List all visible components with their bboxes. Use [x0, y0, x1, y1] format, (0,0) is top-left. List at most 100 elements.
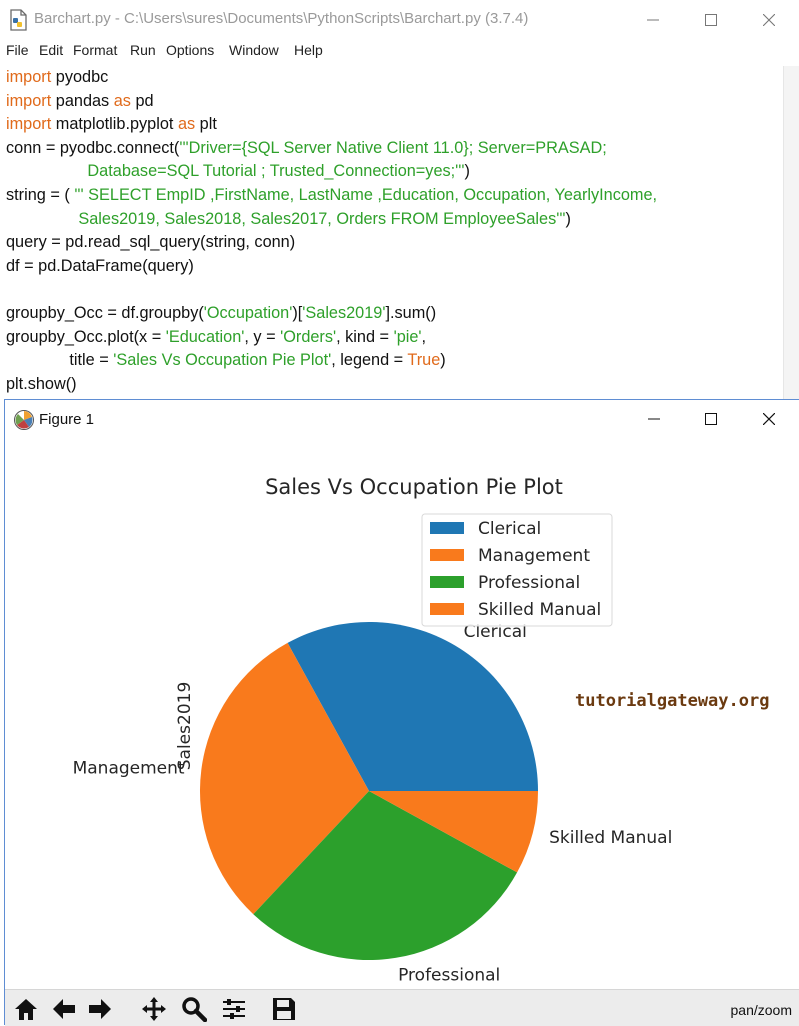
code-string: Sales2019, Sales2018, Sales2017, Orders …	[6, 209, 566, 228]
menu-edit[interactable]: Edit	[39, 42, 63, 58]
code-text: )	[440, 351, 446, 370]
code-text: , kind =	[336, 327, 394, 346]
idle-editor-window: Barchart.py - C:\Users\sures\Documents\P…	[0, 0, 799, 400]
code-line: conn = pyodbc.connect('''Driver={SQL Ser…	[6, 137, 790, 161]
figure-window: Figure 1 Sales Vs Occupation Pie Plot Cl…	[4, 399, 799, 1026]
home-icon	[15, 999, 37, 1020]
code-line: import matplotlib.pyplot as plt	[6, 113, 790, 137]
code-text: )[	[292, 303, 303, 322]
code-text: plt.show()	[6, 374, 77, 393]
forward-button[interactable]	[85, 994, 115, 1024]
code-line: Sales2019, Sales2018, Sales2017, Orders …	[6, 208, 790, 232]
code-text: matplotlib.pyplot	[51, 115, 178, 134]
code-line: plt.show()	[6, 373, 790, 397]
code-text: pyodbc	[51, 68, 109, 86]
save-icon	[273, 998, 295, 1020]
matplotlib-icon	[14, 410, 34, 430]
slice-label: Professional	[398, 966, 500, 986]
code-string: 'Sales2019'	[302, 303, 386, 322]
back-button[interactable]	[49, 994, 79, 1024]
code-editor[interactable]: import pyodbc import pandas as pd import m…	[6, 66, 790, 396]
minimize-button[interactable]	[624, 0, 682, 40]
code-line: groupby_Occ = df.groupby('Occupation')['…	[6, 302, 790, 326]
window-title: Barchart.py - C:\Users\sures\Documents\P…	[34, 10, 529, 27]
code-text: ].sum()	[385, 303, 437, 322]
figure-title: Figure 1	[39, 411, 95, 428]
code-text: string = (	[6, 185, 75, 204]
slice-label: Skilled Manual	[549, 828, 672, 848]
code-text: conn = pyodbc.connect(	[6, 138, 180, 157]
menu-options[interactable]: Options	[166, 42, 214, 58]
code-text: plt	[195, 115, 217, 134]
code-text: query = pd.read_sql_query(string, conn)	[6, 233, 296, 252]
code-line: import pandas as pd	[6, 90, 790, 114]
pan-button[interactable]	[139, 994, 169, 1024]
plot-canvas[interactable]: Sales Vs Occupation Pie Plot Clerical Man…	[5, 438, 799, 986]
code-keyword: import	[6, 68, 52, 86]
code-line: title = 'Sales Vs Occupation Pie Plot', …	[6, 349, 790, 373]
code-text: , legend =	[331, 351, 408, 370]
back-icon	[53, 999, 75, 1019]
code-text: groupby_Occ.plot(x =	[6, 327, 166, 346]
minimize-icon	[648, 418, 660, 420]
code-line: import pyodbc	[6, 66, 790, 90]
code-text: pandas	[51, 91, 114, 110]
legend-swatch	[430, 522, 464, 534]
configure-subplots-icon	[223, 999, 245, 1019]
figure-close-button[interactable]	[740, 400, 798, 438]
code-line: Database=SQL Tutorial ; Trusted_Connecti…	[6, 160, 790, 184]
menu-format[interactable]: Format	[73, 42, 117, 58]
code-keyword: True	[407, 351, 441, 370]
code-line: string = ( ''' SELECT EmpID ,FirstName, …	[6, 184, 790, 208]
figure-maximize-button[interactable]	[682, 400, 740, 438]
idle-titlebar: Barchart.py - C:\Users\sures\Documents\P…	[0, 0, 799, 40]
code-string: 'Orders'	[280, 327, 337, 346]
code-text: , y =	[244, 327, 281, 346]
menu-file[interactable]: File	[6, 42, 29, 58]
code-text: ,	[421, 327, 427, 346]
maximize-button[interactable]	[682, 0, 740, 40]
code-keyword: import	[6, 91, 52, 110]
figure-toolbar: pan/zoom	[5, 989, 799, 1026]
menu-help[interactable]: Help	[294, 42, 323, 58]
zoom-button[interactable]	[179, 994, 209, 1024]
save-button[interactable]	[269, 994, 299, 1024]
code-text: )	[464, 162, 470, 181]
code-text: df = pd.DataFrame(query)	[6, 256, 194, 275]
code-text: groupby_Occ = df.groupby(	[6, 303, 204, 322]
python-file-icon	[10, 9, 27, 31]
code-string: 'pie'	[393, 327, 422, 346]
zoom-icon	[182, 997, 207, 1022]
code-keyword: import	[6, 115, 52, 134]
close-button[interactable]	[740, 0, 798, 40]
figure-minimize-button[interactable]	[625, 400, 683, 438]
minimize-icon	[647, 19, 659, 21]
code-string: 'Occupation'	[203, 303, 293, 322]
code-string: ''' SELECT EmpID ,FirstName, LastName ,E…	[74, 185, 658, 204]
code-keyword: as	[177, 115, 196, 134]
pan-icon	[142, 997, 166, 1021]
code-string: 'Sales Vs Occupation Pie Plot'	[113, 351, 332, 370]
menu-run[interactable]: Run	[130, 42, 156, 58]
legend-swatch	[430, 603, 464, 615]
close-icon	[763, 14, 775, 26]
code-line: df = pd.DataFrame(query)	[6, 255, 790, 279]
y-axis-label: Sales2019	[175, 682, 195, 771]
menu-bar: File Edit Format Run Options Window Help	[0, 40, 799, 62]
code-line: groupby_Occ.plot(x = 'Education', y = 'O…	[6, 326, 790, 350]
close-icon	[763, 413, 775, 425]
legend-label: Professional	[478, 573, 580, 593]
home-button[interactable]	[11, 994, 41, 1024]
editor-scrollbar[interactable]	[783, 66, 799, 400]
slice-label: Management	[73, 759, 185, 779]
code-keyword: as	[113, 91, 131, 110]
toolbar-status: pan/zoom	[730, 1002, 792, 1018]
watermark-logo: tutorialgateway.org	[575, 691, 769, 711]
code-text: )	[565, 209, 571, 228]
code-string: 'Education'	[165, 327, 245, 346]
configure-subplots-button[interactable]	[219, 994, 249, 1024]
code-string: Database=SQL Tutorial ; Trusted_Connecti…	[6, 162, 465, 181]
forward-icon	[89, 999, 111, 1019]
menu-window[interactable]: Window	[229, 42, 279, 58]
